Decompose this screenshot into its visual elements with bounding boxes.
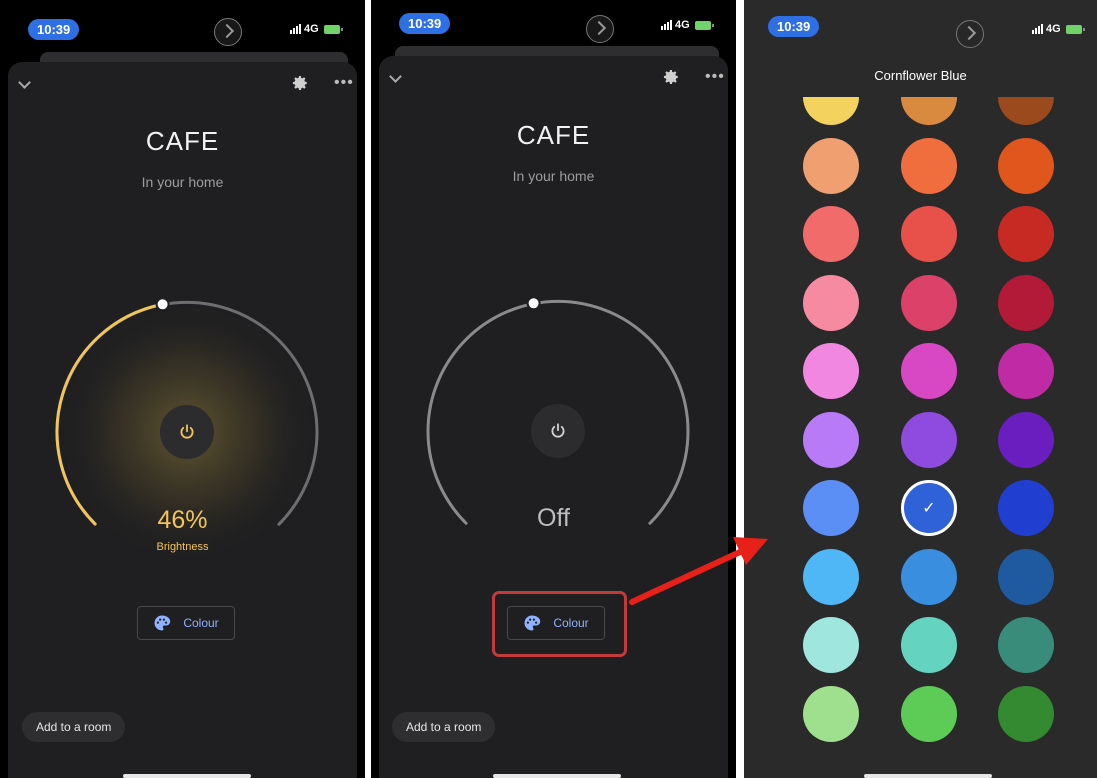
home-indicator [493, 774, 621, 778]
colour-swatch[interactable] [901, 548, 957, 605]
colour-swatch[interactable] [998, 137, 1054, 194]
colour-swatch[interactable] [998, 685, 1054, 742]
colour-swatch[interactable] [901, 206, 957, 262]
screen-colour-picker: ✓ 10:39 4G Cornflower Blue [744, 0, 1097, 778]
status-time: 10:39 [399, 13, 451, 34]
selected-colour-name: Cornflower Blue [874, 68, 967, 83]
colour-swatch[interactable] [803, 617, 859, 673]
status-icons: 4G [1032, 23, 1085, 35]
palette-icon [154, 615, 171, 631]
colour-swatch[interactable] [998, 343, 1054, 399]
colour-swatch[interactable] [998, 274, 1054, 331]
power-button[interactable] [160, 405, 214, 459]
colour-swatch[interactable] [803, 137, 859, 194]
colour-swatch[interactable] [803, 343, 859, 399]
colour-button-label: Colour [183, 616, 219, 630]
battery-icon [1065, 24, 1085, 34]
colour-swatch[interactable] [901, 411, 957, 468]
add-to-room-label: Add to a room [406, 720, 482, 734]
highlight-box [492, 591, 627, 657]
home-indicator [864, 774, 992, 778]
network-type: 4G [675, 19, 690, 31]
colour-swatch[interactable] [998, 411, 1054, 468]
colour-swatch[interactable] [901, 685, 957, 742]
colour-button[interactable]: Colour [137, 606, 235, 640]
battery-icon [323, 24, 343, 34]
screen-light-off: 10:39 4G ••• CAFE In your home Off Colou… [371, 0, 736, 778]
colour-swatch[interactable] [998, 480, 1054, 536]
status-icons: 4G [290, 23, 343, 35]
colour-swatch[interactable] [803, 685, 859, 742]
home-indicator [123, 774, 251, 778]
colour-swatch-selected[interactable]: ✓ [901, 480, 957, 536]
device-sheet: ••• CAFE In your home 46% Brightness Col… [8, 62, 357, 778]
add-to-room-button[interactable]: Add to a room [22, 712, 126, 742]
brightness-value: 46% [157, 506, 208, 534]
power-icon [180, 424, 194, 439]
colour-swatch[interactable] [901, 617, 957, 673]
colour-swatch-grid: ✓ [744, 0, 1097, 778]
device-sheet: ••• CAFE In your home Off Colour Add to … [379, 56, 728, 778]
colour-swatch[interactable] [803, 206, 859, 262]
colour-swatch[interactable] [998, 617, 1054, 673]
colour-swatch[interactable] [998, 548, 1054, 605]
signal-icon [290, 24, 301, 34]
screen-brightness-on: 10:39 4G ••• CAFE In your home 46% Brigh… [0, 0, 365, 778]
colour-swatch[interactable] [998, 206, 1054, 262]
colour-swatch[interactable] [803, 480, 859, 536]
colour-swatch[interactable] [803, 411, 859, 468]
colour-swatch[interactable] [803, 274, 859, 331]
check-icon: ✓ [922, 500, 936, 517]
network-type: 4G [304, 23, 319, 35]
brightness-label: Brightness [156, 541, 209, 553]
battery-icon [694, 20, 714, 30]
colour-swatch[interactable] [901, 274, 957, 331]
forward-chevron-icon [586, 15, 614, 43]
dial-knob[interactable] [155, 297, 170, 312]
dial-knob[interactable] [526, 296, 541, 311]
power-icon [551, 423, 565, 438]
forward-chevron-icon [956, 20, 984, 48]
signal-icon [1032, 24, 1043, 34]
state-value: Off [537, 504, 570, 532]
add-to-room-label: Add to a room [36, 720, 112, 734]
colour-swatch[interactable] [901, 343, 957, 399]
colour-swatch[interactable] [901, 137, 957, 194]
status-time: 10:39 [768, 16, 820, 37]
forward-chevron-icon [214, 18, 242, 46]
network-type: 4G [1046, 23, 1061, 35]
power-button[interactable] [531, 404, 585, 458]
signal-icon [661, 20, 672, 30]
status-time: 10:39 [28, 19, 80, 40]
status-icons: 4G [661, 19, 714, 31]
add-to-room-button[interactable]: Add to a room [392, 712, 496, 742]
colour-swatch[interactable] [803, 548, 859, 605]
